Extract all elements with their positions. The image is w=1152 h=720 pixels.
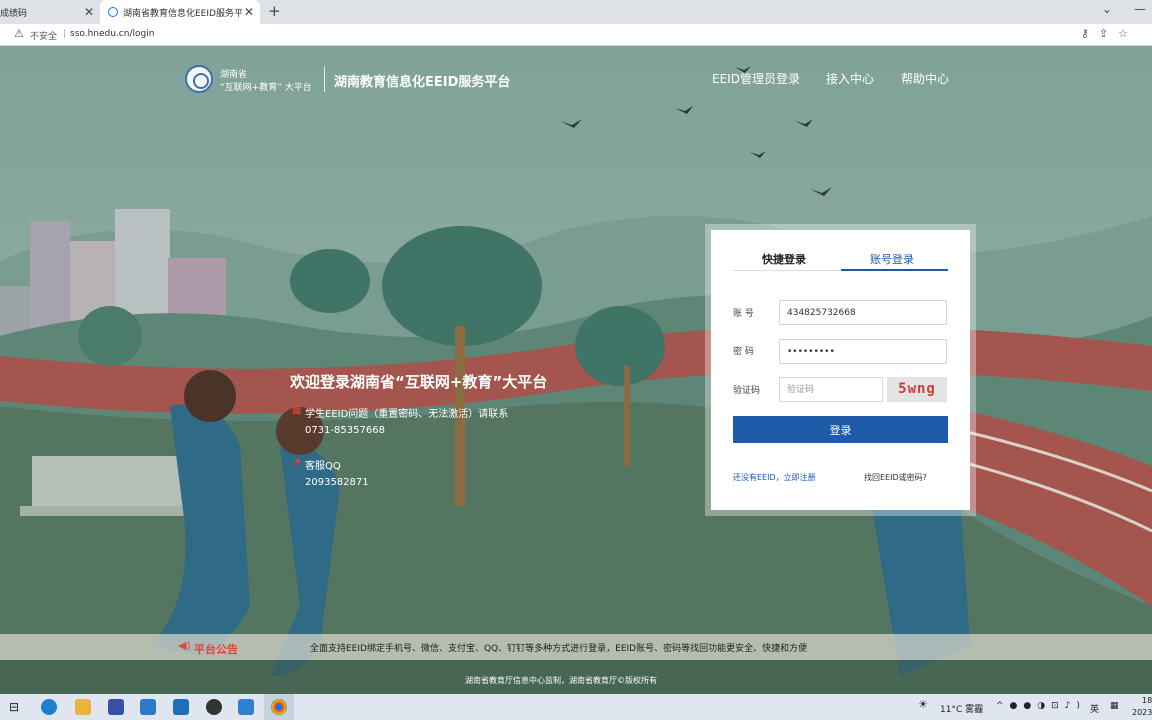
new-tab-button[interactable]: + (268, 2, 281, 20)
address-actions: ⚷⇪☆ (1081, 27, 1138, 40)
qq-number: 2093582871 (305, 477, 369, 488)
tab-search-icon[interactable]: ⌄ (1102, 2, 1112, 16)
star-icon[interactable]: ☆ (1118, 27, 1138, 40)
qq-label: 客服QQ (305, 461, 341, 472)
address-bar: ⚠ 不安全 | sso.hnedu.cn/login ⚷⇪☆ (0, 24, 1152, 46)
app-phone-icon[interactable] (238, 699, 254, 715)
tab-title: 湖南省教育信息化EEID服务平台 (123, 8, 242, 19)
url-text[interactable]: sso.hnedu.cn/login (70, 29, 154, 39)
login-page: 湖南省 “互联网+教育” 大平台 湖南教育信息化EEID服务平台 EEID管理员… (0, 46, 1152, 694)
password-label: 密 码 (733, 347, 754, 357)
app-dev-icon[interactable] (108, 699, 124, 715)
nav-eeid-admin-login[interactable]: EEID管理员登录 (712, 70, 800, 87)
logo-emblem (185, 65, 213, 93)
system-tray-icons[interactable]: ^●●◑⊡♪) (996, 701, 1086, 711)
input-mode-icon[interactable]: ▦ (1110, 701, 1119, 711)
nav-access-center[interactable]: 接入中心 (826, 70, 874, 87)
clock-time[interactable]: 18 (1142, 696, 1152, 705)
app-record-icon[interactable] (206, 699, 222, 715)
account-label: 账 号 (733, 309, 754, 319)
browser-tab-inactive[interactable]: 成绩码 ✕ (0, 0, 100, 24)
share-icon[interactable]: ⇪ (1099, 27, 1118, 40)
chrome-icon[interactable] (271, 699, 287, 715)
globe-icon (108, 7, 118, 17)
app-arrow-icon[interactable] (173, 699, 189, 715)
key-icon[interactable]: ⚷ (1081, 27, 1099, 40)
notice-text: 全面支持EEID绑定手机号、微信、支付宝、QQ、钉钉等多种方式进行登录，EEID… (310, 644, 808, 654)
edge-icon[interactable] (41, 699, 57, 715)
browser-tabstrip: 成绩码 ✕ 湖南省教育信息化EEID服务平台 ✕ + ⌄ — (0, 0, 1152, 24)
speaker-icon: ◀) (178, 639, 191, 652)
footer-copyright: 湖南省教育厅信息中心监制，湖南省教育厅©版权所有 (465, 676, 657, 685)
captcha-input[interactable] (779, 377, 883, 402)
notice-label: 平台公告 (194, 643, 238, 656)
help-phone: 0731-85357668 (305, 425, 385, 436)
close-icon[interactable]: ✕ (242, 5, 256, 19)
recover-link[interactable]: 找回EEID或密码? (864, 472, 927, 483)
background-illustration (0, 66, 1152, 694)
nav-help-center[interactable]: 帮助中心 (901, 70, 949, 87)
file-explorer-icon[interactable] (75, 699, 91, 715)
logo-text-line2: “互联网+教育” 大平台 (220, 83, 312, 93)
weather-icon: ☀ (918, 698, 928, 711)
login-button[interactable]: 登录 (733, 416, 948, 443)
warning-icon[interactable]: ⚠ (14, 27, 24, 40)
account-input[interactable] (779, 300, 947, 325)
captcha-label: 验证码 (733, 386, 761, 396)
weather-text[interactable]: 11°C 雾霾 (940, 702, 983, 715)
security-status[interactable]: 不安全 (30, 29, 57, 42)
captcha-image[interactable]: 5wng (887, 377, 947, 402)
logo-text-line1: 湖南省 (220, 70, 248, 80)
qq-icon: ◔ (292, 457, 301, 468)
tab-active-indicator (841, 269, 948, 271)
welcome-title: 欢迎登录湖南省“互联网+教育”大平台 (290, 373, 548, 391)
browser-tab-active[interactable]: 湖南省教育信息化EEID服务平台 ✕ (100, 0, 260, 24)
minimize-icon[interactable]: — (1134, 2, 1146, 16)
ime-indicator[interactable]: 英 (1090, 702, 1099, 715)
tab-quick-login[interactable]: 快捷登录 (762, 251, 806, 267)
register-link[interactable]: 还没有EEID，立即注册 (733, 472, 816, 483)
password-input[interactable] (779, 339, 947, 364)
login-panel (711, 230, 970, 510)
tab-account-login[interactable]: 账号登录 (870, 251, 914, 267)
student-help-text: 学生EEID问题（重置密码、无法激活）请联系 (305, 409, 509, 420)
address-separator: | (63, 29, 67, 39)
logo-divider (324, 66, 325, 92)
close-icon[interactable]: ✕ (82, 5, 96, 19)
calendar-icon: ▦ (292, 405, 302, 416)
clock-date[interactable]: 2023 (1132, 708, 1152, 717)
site-title: 湖南教育信息化EEID服务平台 (334, 75, 511, 90)
tab-title: 成绩码 (0, 8, 28, 19)
mail-icon[interactable] (140, 699, 156, 715)
task-view-icon[interactable]: ⊟ (9, 700, 19, 714)
